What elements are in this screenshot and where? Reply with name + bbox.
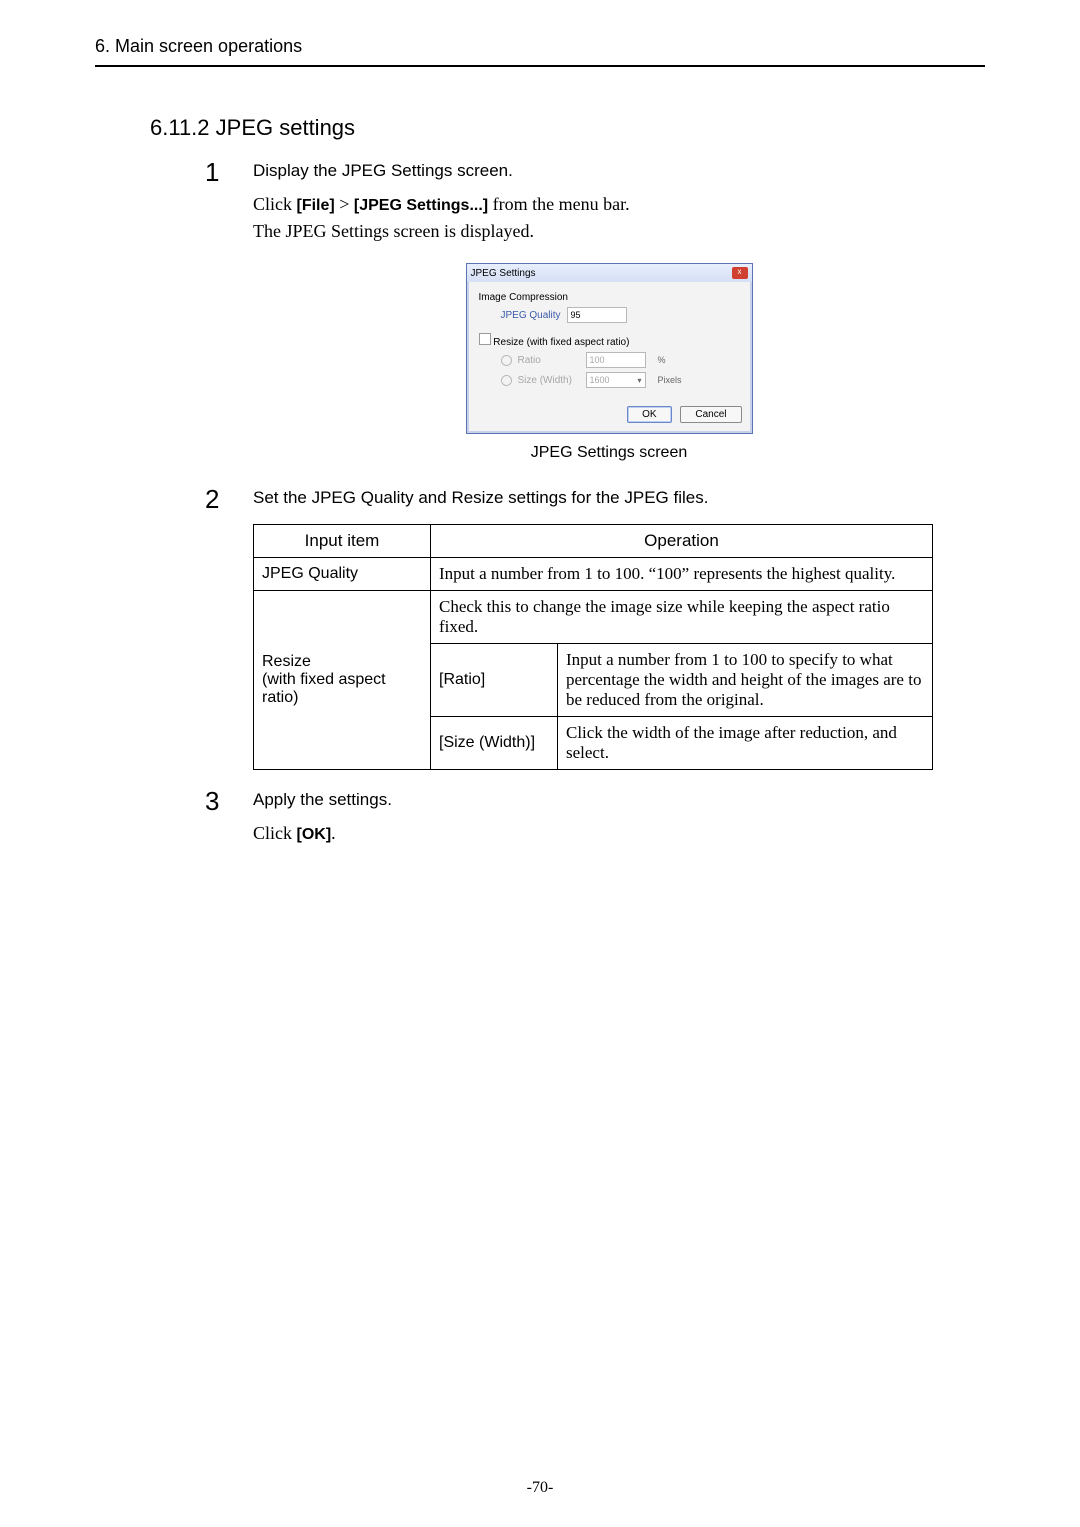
label-jpeg-quality: JPEG Quality bbox=[501, 310, 561, 321]
menu-jpeg-settings: [JPEG Settings...] bbox=[354, 197, 488, 214]
text: from the menu bar. bbox=[488, 194, 629, 214]
select-size-value: 1600 bbox=[590, 375, 610, 385]
cell-resize-check: Check this to change the image size whil… bbox=[431, 591, 933, 644]
ok-ref: [OK] bbox=[297, 826, 332, 843]
step-body: Click [OK]. bbox=[253, 820, 965, 847]
radio-ratio[interactable] bbox=[501, 355, 512, 366]
input-jpeg-quality[interactable]: 95 bbox=[567, 307, 627, 323]
cell-size-op: Click the width of the image after reduc… bbox=[558, 717, 933, 770]
label-size: Size (Width) bbox=[518, 375, 580, 386]
row-resize: Resize (with fixed aspect ratio) bbox=[254, 591, 431, 770]
figure-jpeg-settings: JPEG Settings x Image Compression JPEG Q… bbox=[253, 263, 965, 462]
select-size[interactable]: 1600 ▾ bbox=[586, 372, 646, 388]
dialog-jpeg-settings: JPEG Settings x Image Compression JPEG Q… bbox=[466, 263, 753, 434]
text: Click bbox=[253, 194, 297, 214]
text: The JPEG Settings screen is displayed. bbox=[253, 221, 534, 241]
input-ratio[interactable]: 100 bbox=[586, 352, 646, 368]
step-number: 2 bbox=[205, 486, 253, 512]
page-number: -70- bbox=[0, 1479, 1080, 1497]
cancel-button[interactable]: Cancel bbox=[680, 406, 741, 423]
figure-caption: JPEG Settings screen bbox=[253, 444, 965, 462]
step-1: 1 Display the JPEG Settings screen. Clic… bbox=[205, 159, 965, 472]
cell-size-label: [Size (Width)] bbox=[431, 717, 558, 770]
step-heading: Apply the settings. bbox=[253, 790, 965, 810]
checkbox-resize[interactable] bbox=[479, 333, 491, 345]
menu-file: [File] bbox=[297, 197, 335, 214]
text: > bbox=[335, 194, 354, 214]
label-ratio: Ratio bbox=[518, 355, 580, 366]
step-heading: Display the JPEG Settings screen. bbox=[253, 161, 965, 181]
group-image-compression: Image Compression bbox=[479, 292, 740, 303]
step-2: 2 Set the JPEG Quality and Resize settin… bbox=[205, 486, 965, 770]
th-operation: Operation bbox=[431, 525, 933, 558]
th-input-item: Input item bbox=[254, 525, 431, 558]
suffix-percent: % bbox=[658, 355, 666, 365]
text: Click bbox=[253, 823, 297, 843]
ok-button[interactable]: OK bbox=[627, 406, 671, 423]
row-jpeg-quality: JPEG Quality bbox=[254, 558, 431, 591]
label-resize: Resize (with fixed aspect ratio) bbox=[493, 337, 629, 348]
close-icon[interactable]: x bbox=[732, 267, 748, 279]
section-title: 6.11.2 JPEG settings bbox=[150, 115, 985, 141]
step-body: Click [File] > [JPEG Settings...] from t… bbox=[253, 191, 965, 245]
running-header: 6. Main screen operations bbox=[95, 36, 985, 67]
dialog-title: JPEG Settings bbox=[471, 268, 536, 279]
text: . bbox=[331, 823, 336, 843]
cell-ratio-label: [Ratio] bbox=[431, 644, 558, 717]
window-controls[interactable]: x bbox=[732, 267, 748, 279]
step-3: 3 Apply the settings. Click [OK]. bbox=[205, 788, 965, 847]
step-number: 1 bbox=[205, 159, 253, 185]
radio-size[interactable] bbox=[501, 375, 512, 386]
cell-ratio-op: Input a number from 1 to 100 to specify … bbox=[558, 644, 933, 717]
step-heading: Set the JPEG Quality and Resize settings… bbox=[253, 488, 965, 508]
suffix-pixels: Pixels bbox=[658, 375, 682, 385]
cell-jpeg-quality-op: Input a number from 1 to 100. “100” repr… bbox=[431, 558, 933, 591]
chevron-down-icon: ▾ bbox=[637, 376, 641, 385]
step-number: 3 bbox=[205, 788, 253, 814]
settings-table: Input item Operation JPEG Quality Input … bbox=[253, 524, 933, 770]
